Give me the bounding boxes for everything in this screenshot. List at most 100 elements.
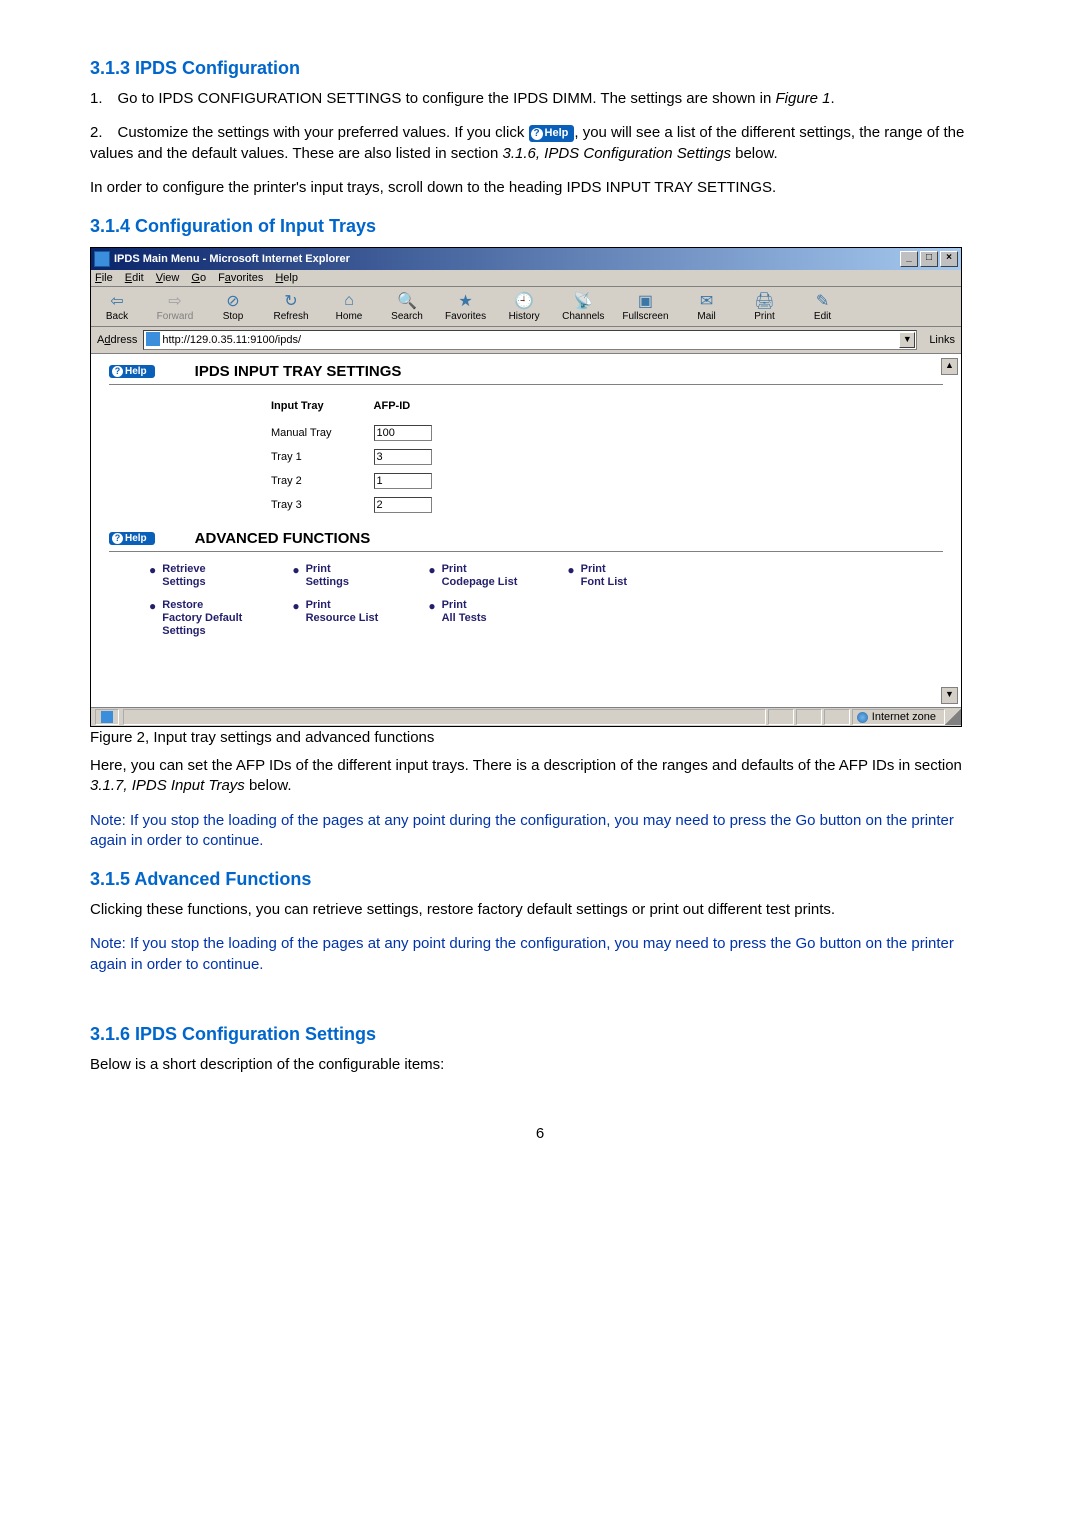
text: 2. Customize the settings with your pref…: [90, 124, 529, 141]
section-ref: 3.1.6, IPDS Configuration Settings: [502, 145, 730, 162]
bullet-icon: ●: [292, 599, 299, 613]
link-retrieve-settings[interactable]: ● RetrieveSettings: [149, 563, 242, 589]
ie-window: IPDS Main Menu - Microsoft Internet Expl…: [90, 247, 962, 727]
toolbar-stop[interactable]: ⊘Stop: [213, 291, 253, 322]
question-icon: ?: [531, 128, 543, 140]
text: .: [831, 90, 835, 107]
link-print-resource-list[interactable]: ● PrintResource List: [292, 599, 378, 625]
section-heading: ADVANCED FUNCTIONS: [195, 530, 371, 547]
toolbar-search[interactable]: 🔍Search: [387, 291, 427, 322]
link-print-codepage-list[interactable]: ● PrintCodepage List: [428, 563, 517, 589]
note-2: Note: If you stop the loading of the pag…: [90, 934, 990, 975]
toolbar-channels[interactable]: 📡Channels: [562, 291, 604, 322]
menu-view[interactable]: View: [156, 272, 180, 284]
table-row: Manual Tray: [271, 422, 472, 444]
channels-icon: 📡: [573, 291, 593, 311]
zone-text: Internet zone: [872, 711, 936, 723]
question-icon: ?: [112, 533, 123, 544]
toolbar-history[interactable]: 🕘History: [504, 291, 544, 322]
toolbar-fullscreen[interactable]: ▣Fullscreen: [622, 291, 668, 322]
tray-afp-input[interactable]: [374, 473, 432, 489]
col-input-tray: Input Tray: [271, 396, 372, 420]
tray-afp-input[interactable]: [374, 449, 432, 465]
status-icon: [95, 709, 119, 725]
link-print-all-tests[interactable]: ● PrintAll Tests: [428, 599, 517, 625]
help-label: Help: [125, 366, 147, 377]
status-pane: [123, 709, 766, 725]
menu-file[interactable]: File: [95, 272, 113, 284]
section-ref: 3.1.7, IPDS Input Trays: [90, 777, 245, 794]
para-313-1: 1. Go to IPDS CONFIGURATION SETTINGS to …: [90, 89, 990, 109]
label: Stop: [223, 311, 244, 322]
divider: [109, 551, 943, 553]
heading-313: 3.1.3 IPDS Configuration: [90, 58, 990, 79]
scroll-up-button[interactable]: ▲: [941, 358, 958, 375]
label: History: [509, 311, 540, 322]
favorites-icon: ★: [456, 291, 476, 311]
bullet-icon: ●: [567, 563, 574, 577]
toolbar: ⇦Back ⇨Forward ⊘Stop ↻Refresh ⌂Home 🔍Sea…: [91, 287, 961, 327]
search-icon: 🔍: [397, 291, 417, 311]
menu-edit[interactable]: Edit: [125, 272, 144, 284]
scroll-down-button[interactable]: ▼: [941, 687, 958, 704]
label: Forward: [157, 311, 194, 322]
back-icon: ⇦: [107, 291, 127, 311]
menu-help[interactable]: Help: [275, 272, 298, 284]
titlebar: IPDS Main Menu - Microsoft Internet Expl…: [91, 248, 961, 270]
text: Here, you can set the AFP IDs of the dif…: [90, 757, 962, 774]
label: Channels: [562, 311, 604, 322]
para-315-1: Clicking these functions, you can retrie…: [90, 900, 990, 920]
bullet-icon: ●: [428, 563, 435, 577]
link-print-settings[interactable]: ● PrintSettings: [292, 563, 378, 589]
print-icon: 🖨: [755, 291, 775, 311]
close-button[interactable]: ×: [940, 251, 958, 267]
menu-go[interactable]: Go: [191, 272, 206, 284]
status-pane: [768, 709, 794, 725]
menu-favorites[interactable]: Favorites: [218, 272, 263, 284]
status-pane: [796, 709, 822, 725]
toolbar-mail[interactable]: ✉Mail: [687, 291, 727, 322]
label: Search: [391, 311, 423, 322]
tray-afp-input[interactable]: [374, 425, 432, 441]
toolbar-forward: ⇨Forward: [155, 291, 195, 322]
tray-name: Tray 2: [271, 470, 372, 492]
table-row: Tray 1: [271, 446, 472, 468]
chevron-down-icon[interactable]: ▼: [899, 332, 915, 348]
advanced-links: ● RetrieveSettings ● RestoreFactory Defa…: [149, 563, 943, 648]
toolbar-print[interactable]: 🖨Print: [745, 291, 785, 322]
home-icon: ⌂: [339, 291, 359, 311]
resize-grip[interactable]: [945, 709, 961, 725]
table-row: Tray 3: [271, 494, 472, 516]
tray-afp-input[interactable]: [374, 497, 432, 513]
toolbar-refresh[interactable]: ↻Refresh: [271, 291, 311, 322]
link-restore-factory[interactable]: ● RestoreFactory DefaultSettings: [149, 599, 242, 638]
label: Mail: [697, 311, 715, 322]
mail-icon: ✉: [697, 291, 717, 311]
text: below.: [731, 145, 778, 162]
toolbar-favorites[interactable]: ★Favorites: [445, 291, 486, 322]
toolbar-edit[interactable]: ✎Edit: [803, 291, 843, 322]
tray-name: Manual Tray: [271, 422, 372, 444]
forward-icon: ⇨: [165, 291, 185, 311]
bullet-icon: ●: [428, 599, 435, 613]
toolbar-back[interactable]: ⇦Back: [97, 291, 137, 322]
address-bar: Address http://129.0.35.11:9100/ipds/ ▼ …: [91, 327, 961, 354]
help-button[interactable]: ?Help: [109, 365, 155, 378]
window-title: IPDS Main Menu - Microsoft Internet Expl…: [114, 253, 900, 265]
toolbar-home[interactable]: ⌂Home: [329, 291, 369, 322]
ie-icon: [94, 251, 110, 267]
minimize-button[interactable]: _: [900, 251, 918, 267]
address-field[interactable]: http://129.0.35.11:9100/ipds/ ▼: [143, 330, 917, 350]
link-print-font-list[interactable]: ● PrintFont List: [567, 563, 627, 589]
label: Edit: [814, 311, 831, 322]
fullscreen-icon: ▣: [635, 291, 655, 311]
address-label: Address: [97, 334, 137, 346]
maximize-button[interactable]: □: [920, 251, 938, 267]
table-row: Tray 2: [271, 470, 472, 492]
help-button[interactable]: ?Help: [109, 532, 155, 545]
links-label[interactable]: Links: [929, 334, 955, 346]
heading-314: 3.1.4 Configuration of Input Trays: [90, 216, 990, 237]
page-number: 6: [90, 1125, 990, 1142]
help-label: Help: [125, 533, 147, 544]
address-value: http://129.0.35.11:9100/ipds/: [162, 334, 301, 346]
